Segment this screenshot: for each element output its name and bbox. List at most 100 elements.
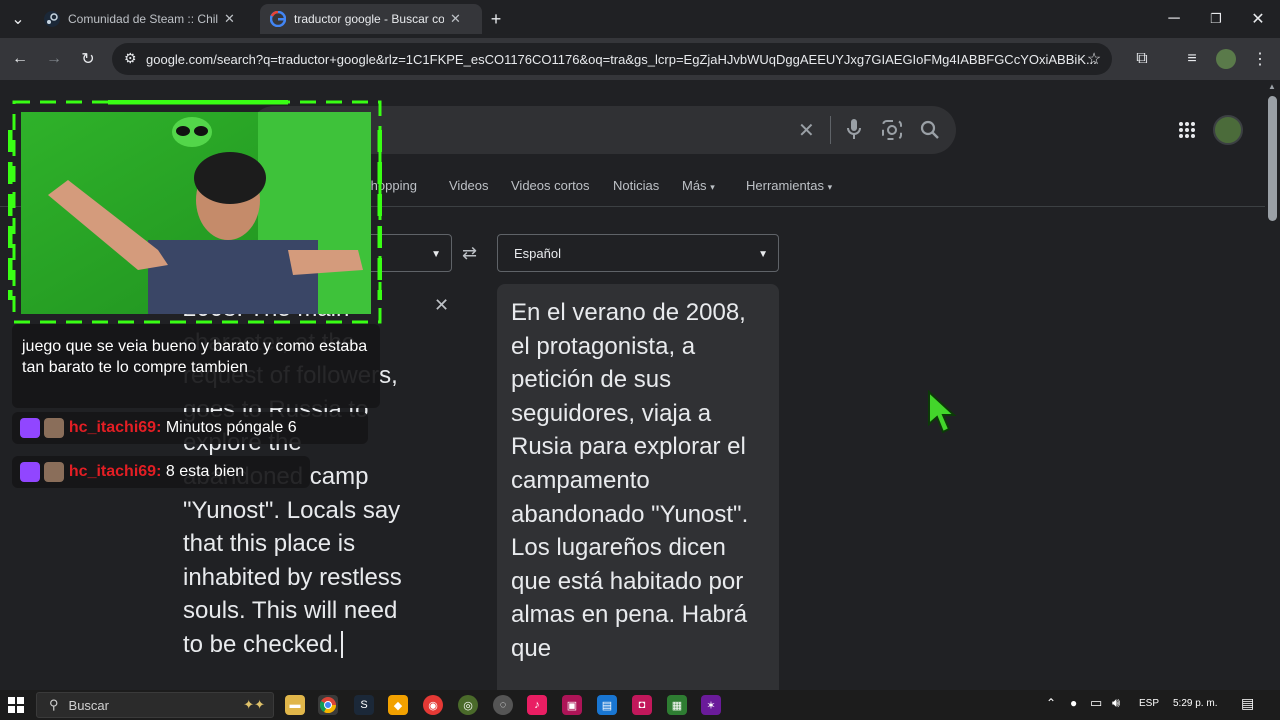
divider xyxy=(830,116,831,144)
address-text: google.com/search?q=traductor+google&rlz… xyxy=(146,51,1097,67)
chat-message: juego que se veia bueno y barato y como … xyxy=(12,324,380,408)
mouse-cursor-icon xyxy=(926,389,958,441)
window-close-button[interactable]: ✕ xyxy=(1246,7,1270,31)
source-line: "Yunost". Locals say xyxy=(183,496,401,524)
address-bar[interactable]: ⚙ google.com/search?q=traductor+google&r… xyxy=(112,43,1112,75)
source-line: that this place is xyxy=(183,530,356,558)
tab-steam[interactable]: Comunidad de Steam :: ChiliMe ✕ xyxy=(34,4,260,34)
profile-avatar[interactable] xyxy=(1216,49,1236,69)
volume-icon[interactable]: 🔊︎ xyxy=(1112,695,1120,711)
taskbar-search-box[interactable]: ⚲ Buscar ✦✦ xyxy=(36,692,274,718)
taskbar-search-placeholder: Buscar xyxy=(68,697,109,713)
swap-languages-icon[interactable]: ⇄ xyxy=(462,243,477,264)
tab-title: traductor google - Buscar con G xyxy=(294,12,444,26)
webcam-overlay xyxy=(7,99,383,324)
nav-tab-news[interactable]: Noticias xyxy=(613,178,659,193)
account-avatar[interactable] xyxy=(1213,115,1243,145)
nav-tab-videos[interactable]: Videos xyxy=(449,178,489,193)
twitch-icon xyxy=(20,462,40,482)
chat-message: hc_itachi69: 8 esta bien xyxy=(12,456,310,488)
nav-tab-label: Herramientas xyxy=(746,178,825,193)
source-line: souls. This will need xyxy=(183,597,398,625)
caret-down-icon: ▾ xyxy=(827,182,833,192)
media-control-icon[interactable]: ≡ xyxy=(1180,47,1204,71)
lens-camera-icon[interactable] xyxy=(882,120,902,145)
microphone-tray-icon[interactable]: ● xyxy=(1070,696,1077,710)
extensions-icon[interactable]: ⧉ xyxy=(1130,47,1154,71)
nav-tab-more[interactable]: Más ▾ xyxy=(682,178,715,193)
app-icon[interactable]: ▣ xyxy=(562,695,582,715)
sparkle-icon: ✦✦ xyxy=(243,697,265,712)
scroll-up-icon[interactable]: ▲ xyxy=(1268,82,1276,91)
source-line-text: to be checked. xyxy=(183,630,340,658)
file-explorer-icon[interactable]: ▬ xyxy=(285,695,305,715)
windows-taskbar: ⚲ Buscar ✦✦ ▬ S ◆ ◉ ◎ ◌ ♪ ▣ ▤ ◘ ▦ ✶ ⌃ ● … xyxy=(0,690,1280,720)
dropdown-arrow-icon: ▼ xyxy=(431,249,441,260)
tab-title: Comunidad de Steam :: ChiliMe xyxy=(68,12,218,26)
instagram-icon[interactable]: ◘ xyxy=(632,695,652,715)
bookmark-star-icon[interactable]: ☆ xyxy=(1082,47,1106,71)
back-arrow-icon[interactable]: ← xyxy=(8,47,32,71)
source-line: inhabited by restless xyxy=(183,563,402,591)
forward-arrow-icon[interactable]: → xyxy=(42,47,66,71)
nav-tab-short-videos[interactable]: Videos cortos xyxy=(511,178,590,193)
twitch-icon xyxy=(20,418,40,438)
show-hidden-icons-chevron-icon[interactable]: ⌃ xyxy=(1046,696,1056,710)
tab-strip: ⌄ Comunidad de Steam :: ChiliMe ✕ traduc… xyxy=(0,0,1280,38)
microphone-icon[interactable] xyxy=(846,118,862,145)
steam-app-icon[interactable]: S xyxy=(354,695,374,715)
new-tab-button[interactable]: + xyxy=(484,7,508,31)
search-icon[interactable] xyxy=(920,120,940,145)
app-icon[interactable]: ◉ xyxy=(423,695,443,715)
user-badge-icon xyxy=(44,462,65,482)
chat-message-text: 8 esta bien xyxy=(165,463,245,481)
google-apps-icon[interactable] xyxy=(1178,121,1196,144)
scrollbar-thumb[interactable] xyxy=(1268,96,1277,221)
app-icon[interactable]: ◌ xyxy=(493,695,513,715)
app-icon[interactable]: ▦ xyxy=(667,695,687,715)
menu-dots-icon[interactable]: ⋮ xyxy=(1248,47,1272,71)
nav-tab-tools[interactable]: Herramientas ▾ xyxy=(746,178,832,193)
page-scrollbar[interactable]: ▲ xyxy=(1265,80,1280,692)
notifications-icon[interactable]: ▤ xyxy=(1241,695,1254,712)
dropdown-arrow-icon: ▼ xyxy=(758,249,768,260)
app-icon[interactable]: ◆ xyxy=(388,695,408,715)
network-icon[interactable]: ▭ xyxy=(1090,695,1102,711)
tab-google[interactable]: traductor google - Buscar con G ✕ xyxy=(260,4,482,34)
close-icon[interactable]: ✕ xyxy=(450,11,461,27)
chat-message: hc_itachi69: Minutos póngale 6 xyxy=(12,412,368,444)
translation-output: En el verano de 2008, el protagonista, a… xyxy=(497,284,779,704)
site-info-icon[interactable]: ⚙ xyxy=(124,50,137,67)
windows-start-icon[interactable] xyxy=(8,697,24,718)
target-language-label: Español xyxy=(514,245,561,261)
clear-source-icon[interactable]: ✕ xyxy=(434,295,449,316)
steam-icon xyxy=(44,11,60,27)
app-icon[interactable]: ✶ xyxy=(701,695,721,715)
close-icon[interactable]: ✕ xyxy=(224,11,235,27)
input-language[interactable]: ESP xyxy=(1139,698,1159,709)
app-icon[interactable]: ♪ xyxy=(527,695,547,715)
taskbar-clock[interactable]: 5:29 p. m. xyxy=(1173,698,1217,709)
caret-down-icon: ▾ xyxy=(710,182,715,192)
clear-search-icon[interactable]: ✕ xyxy=(798,118,815,143)
tab-search-chevron-icon[interactable]: ⌄ xyxy=(6,7,30,31)
translation-text: En el verano de 2008, el protagonista, a… xyxy=(511,299,749,662)
user-badge-icon xyxy=(44,418,65,438)
chat-message-text: juego que se veia bueno y barato y como … xyxy=(22,338,368,376)
nav-tab-label: Más xyxy=(682,178,707,193)
minimize-button[interactable]: ─ xyxy=(1162,7,1186,31)
reload-icon[interactable]: ↻ xyxy=(76,47,100,71)
target-language-select[interactable]: Español ▼ xyxy=(497,234,779,272)
search-icon: ⚲ xyxy=(49,697,59,712)
google-icon xyxy=(269,10,287,28)
source-line: to be checked. xyxy=(183,628,433,662)
chrome-icon[interactable] xyxy=(318,695,338,715)
text-cursor xyxy=(341,630,344,658)
app-icon[interactable]: ▤ xyxy=(597,695,617,715)
restore-button[interactable]: ❐ xyxy=(1204,7,1228,31)
chat-username: hc_itachi69: xyxy=(68,419,162,437)
browser-toolbar: ← → ↻ ⚙ google.com/search?q=traductor+go… xyxy=(0,38,1280,80)
chat-message-text: Minutos póngale 6 xyxy=(165,419,297,437)
app-icon[interactable]: ◎ xyxy=(458,695,478,715)
chat-username: hc_itachi69: xyxy=(68,463,162,481)
